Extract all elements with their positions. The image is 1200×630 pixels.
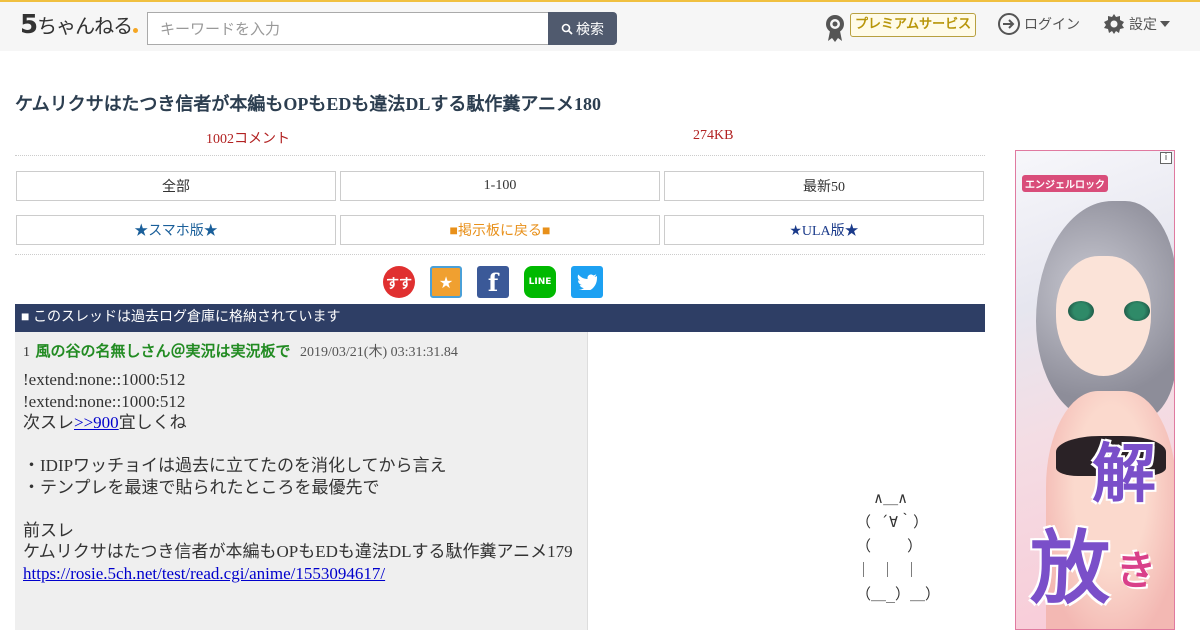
range-nav: 全部 1-100 最新50 bbox=[15, 171, 985, 201]
login-label: ログイン bbox=[1024, 17, 1080, 33]
comment-count: 1002コメント bbox=[206, 132, 290, 147]
ula-version-button[interactable]: ★ULA版★ bbox=[664, 215, 984, 245]
premium-badge-icon bbox=[826, 15, 844, 42]
search-button-label: 検索 bbox=[576, 21, 604, 38]
login-link[interactable]: ログイン bbox=[997, 12, 1080, 36]
search-icon bbox=[561, 23, 573, 35]
reply-anchor-link[interactable]: >>900 bbox=[74, 413, 119, 432]
post-date: 2019/03/21(木) 03:31:31.84 bbox=[300, 345, 458, 360]
thread-meta: 1002コメント 274KB bbox=[15, 126, 985, 156]
back-to-board-button[interactable]: ■掲示板に戻る■ bbox=[340, 215, 660, 245]
line-icon[interactable]: LINE bbox=[524, 266, 556, 298]
twitter-icon[interactable] bbox=[571, 266, 603, 298]
ad-headline-2: 放 bbox=[1030, 522, 1110, 615]
chevron-down-icon bbox=[1160, 21, 1170, 27]
ad-headline-3: き bbox=[1116, 548, 1156, 594]
gear-icon bbox=[1104, 14, 1124, 34]
post-author: 風の谷の名無しさん＠実況は実況板で bbox=[35, 344, 291, 360]
share-bar: すす ★ f LINE bbox=[383, 266, 603, 298]
post: 1 風の谷の名無しさん＠実況は実況板で 2019/03/21(木) 03:31:… bbox=[15, 332, 588, 630]
site-logo[interactable]: 5ちゃんねる bbox=[20, 10, 139, 40]
nav-latest50-button[interactable]: 最新50 bbox=[664, 171, 984, 201]
top-bar: 5ちゃんねる 検索 プレミアムサービス ログイン 設定 bbox=[0, 0, 1200, 51]
divider bbox=[15, 254, 985, 255]
ad-banner[interactable]: エンジェルロック 解 放 き i bbox=[1015, 150, 1175, 630]
settings-menu[interactable]: 設定 bbox=[1102, 12, 1170, 36]
search-input[interactable] bbox=[147, 12, 549, 45]
bookmark-icon[interactable]: ★ bbox=[430, 266, 462, 298]
ad-character-eye bbox=[1068, 301, 1094, 321]
login-icon bbox=[998, 13, 1020, 35]
ascii-art: ∧＿∧ （ ´∀｀） （ ） ｜ ｜ ｜ （＿_）＿） bbox=[856, 489, 941, 603]
post-header: 1 風の谷の名無しさん＠実況は実況板で 2019/03/21(木) 03:31:… bbox=[23, 340, 458, 361]
sukusuku-icon[interactable]: すす bbox=[383, 266, 415, 298]
ad-character-eye bbox=[1124, 301, 1150, 321]
nav-1-100-button[interactable]: 1-100 bbox=[340, 171, 660, 201]
logo-main: 5 bbox=[20, 10, 38, 40]
search-button[interactable]: 検索 bbox=[548, 12, 617, 45]
post-body: !extend:none::1000:512 !extend:none::100… bbox=[23, 370, 573, 583]
thread-size: 274KB bbox=[693, 128, 734, 143]
smartphone-version-button[interactable]: ★スマホ版★ bbox=[16, 215, 336, 245]
post-number[interactable]: 1 bbox=[23, 345, 30, 360]
previous-thread-link[interactable]: https://rosie.5ch.net/test/read.cgi/anim… bbox=[23, 564, 385, 583]
thread-title: ケムリクサはたつき信者が本編もOPもEDも違法DLする駄作糞アニメ180 bbox=[15, 94, 602, 114]
ad-logo: エンジェルロック bbox=[1022, 175, 1108, 192]
premium-service-button[interactable]: プレミアムサービス bbox=[850, 13, 977, 37]
ad-headline-1: 解 bbox=[1092, 438, 1156, 512]
settings-label: 設定 bbox=[1129, 17, 1157, 33]
logo-sub: ちゃんねる bbox=[37, 14, 133, 38]
version-nav: ★スマホ版★ ■掲示板に戻る■ ★ULA版★ bbox=[15, 215, 985, 245]
nav-all-button[interactable]: 全部 bbox=[16, 171, 336, 201]
ad-info-icon[interactable]: i bbox=[1160, 152, 1172, 164]
archive-notice: ■ このスレッドは過去ログ倉庫に格納されています bbox=[15, 304, 985, 332]
logo-dot bbox=[133, 28, 139, 33]
facebook-icon[interactable]: f bbox=[477, 266, 509, 298]
